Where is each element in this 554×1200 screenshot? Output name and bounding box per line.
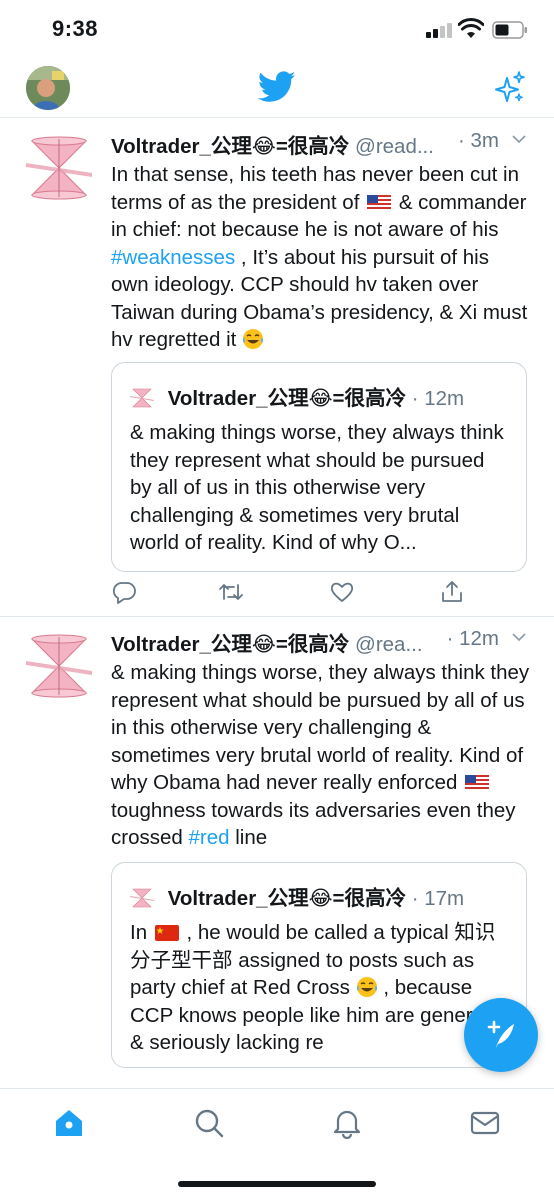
author-name[interactable]: Voltrader_公理😂=很高冷 [111,135,349,158]
battery-icon [492,21,527,39]
hashtag-link[interactable]: #red [188,826,229,849]
tweet-author-avatar[interactable] [24,133,94,203]
quoted-text-part: In [130,921,148,944]
timeline-header [0,60,554,118]
search-icon[interactable] [192,1107,226,1139]
quoted-tweet[interactable]: Voltrader_公理😂=很高冷 · 12m & making things … [111,362,527,572]
home-indicator [178,1181,376,1187]
sparkle-icon[interactable] [494,70,526,104]
tweet-text: In that sense, his teeth has never been … [111,161,531,354]
quoted-author-name: Voltrader_公理😂=很高冷 [167,887,407,910]
tweet-text-part: toughness towards its adversaries even t… [111,798,516,850]
share-icon[interactable] [439,579,465,605]
tweet-header: Voltrader_公理😂=很高冷 @rea... · 12m [111,627,531,657]
tweet-timestamp: · 12m [446,627,499,650]
tweet-card[interactable]: Voltrader_公理😂=很高冷 @read... · 3m In that … [0,119,554,617]
retweet-icon[interactable] [218,579,244,605]
tweet-timestamp: · 3m [458,129,499,152]
notifications-icon[interactable] [330,1107,364,1139]
twitter-bird-icon [258,71,296,102]
quoted-tweet-header: Voltrader_公理😂=很高冷 · 17m [130,881,464,911]
status-time: 9:38 [52,16,99,41]
tweet-actions [111,579,531,609]
author-handle[interactable]: @rea... [355,633,423,656]
quoted-author-avatar [130,388,154,408]
us-flag-icon [465,775,490,791]
status-bar: 9:38 [0,0,554,60]
quoted-tweet-text: In , he would be called a typical 知识分子型干… [130,919,510,1057]
chevron-down-icon[interactable] [511,131,527,147]
cellular-signal-icon [426,22,454,38]
quoted-author-name: Voltrader_公理😂=很高冷 [167,387,407,410]
quoted-timestamp: · 17m [411,887,465,910]
china-flag-icon [154,925,179,941]
author-handle[interactable]: @read... [355,135,434,158]
wifi-icon [458,18,484,38]
quoted-tweet-header: Voltrader_公理😂=很高冷 · 12m [130,381,464,411]
quoted-timestamp: · 12m [411,387,465,410]
tweet-text: & making things worse, they always think… [111,659,531,852]
tears-of-joy-emoji [356,977,377,997]
tweet-author-avatar[interactable] [24,631,94,701]
tears-of-joy-emoji [243,329,264,349]
home-icon[interactable] [52,1107,86,1139]
author-name[interactable]: Voltrader_公理😂=很高冷 [111,633,349,656]
us-flag-icon [367,194,392,211]
profile-avatar-button[interactable] [26,66,70,110]
messages-icon[interactable] [468,1107,502,1139]
quoted-tweet-text: & making things worse, they always think… [130,421,504,554]
avatar-photo [26,66,70,110]
tweet-header: Voltrader_公理😂=很高冷 @read... · 3m [111,129,531,159]
quoted-author-avatar [130,888,154,908]
chevron-down-icon[interactable] [511,629,527,645]
tweet-text-part: line [235,826,268,849]
like-icon[interactable] [329,579,355,605]
compose-tweet-icon [487,1020,514,1048]
compose-tweet-button[interactable] [464,998,538,1072]
hashtag-link[interactable]: #weaknesses [111,246,235,269]
reply-icon[interactable] [111,579,137,605]
